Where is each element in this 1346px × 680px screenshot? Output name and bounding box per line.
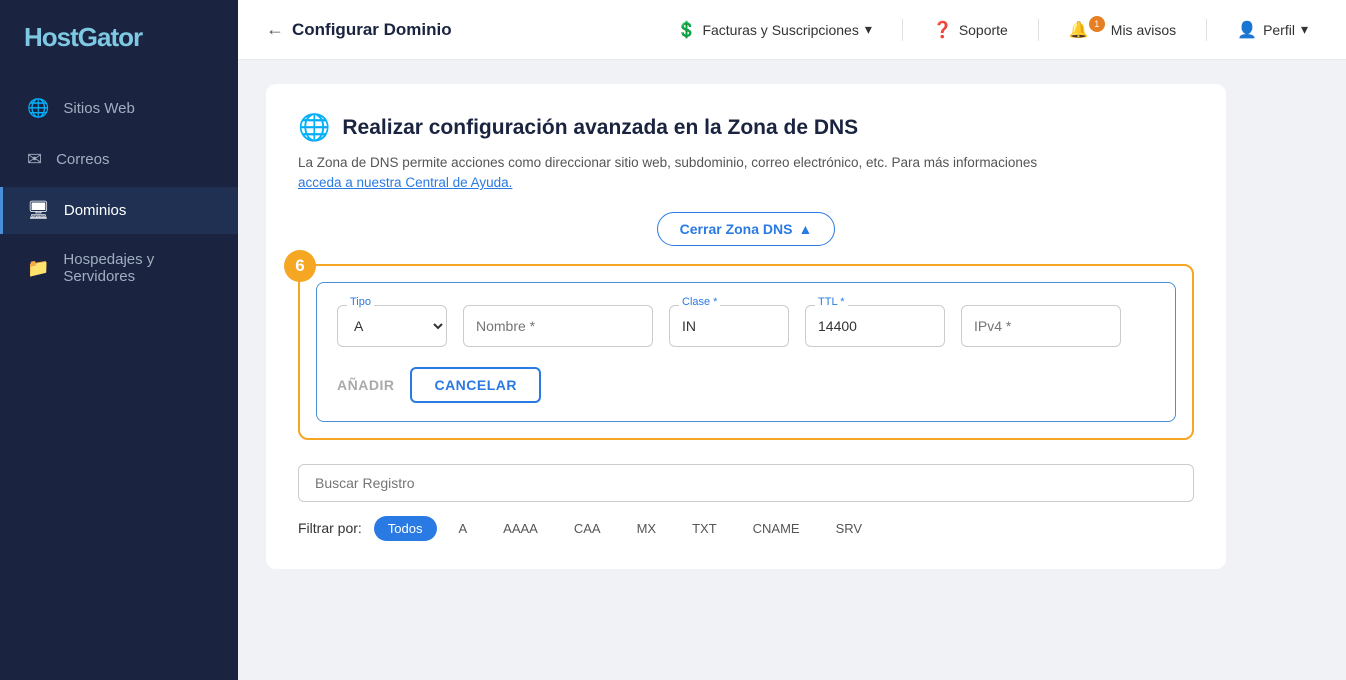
back-arrow: ← xyxy=(266,19,284,40)
content-card: 🌐 Realizar configuración avanzada en la … xyxy=(266,84,1226,569)
filter-row: Filtrar por: Todos A AAAA CAA MX TXT CNA… xyxy=(298,516,1194,541)
tipo-label: Tipo xyxy=(347,296,374,308)
avisos-label: Mis avisos xyxy=(1111,22,1176,38)
dns-form: Tipo A AAAA CAA CNAME MX TXT SRV xyxy=(316,282,1176,422)
question-icon: ❓ xyxy=(933,20,953,40)
perfil-menu[interactable]: 👤 Perfil ▾ xyxy=(1227,14,1318,46)
back-button[interactable]: ← Configurar Dominio xyxy=(266,19,452,40)
ttl-label: TTL * xyxy=(815,296,848,308)
clase-input[interactable]: IN xyxy=(669,305,789,347)
anadir-button[interactable]: AÑADIR xyxy=(337,377,394,393)
form-row: Tipo A AAAA CAA CNAME MX TXT SRV xyxy=(337,305,1155,347)
sidebar-item-label: Hospedajes y Servidores xyxy=(63,251,214,285)
avisos-menu[interactable]: 🔔 1 Mis avisos xyxy=(1059,14,1186,46)
section-title: Realizar configuración avanzada en la Zo… xyxy=(342,116,858,140)
cerrar-zona-btn-container: Cerrar Zona DNS ▲ xyxy=(298,212,1194,246)
filter-btn-todos[interactable]: Todos xyxy=(374,516,437,541)
sidebar-item-sitios-web[interactable]: 🌐 Sitios Web xyxy=(0,85,238,132)
nombre-field-group xyxy=(463,305,653,347)
cerrar-zona-btn[interactable]: Cerrar Zona DNS ▲ xyxy=(657,212,836,246)
tipo-select[interactable]: A AAAA CAA CNAME MX TXT SRV xyxy=(337,305,447,347)
topbar-separator-2 xyxy=(1038,19,1039,41)
facturas-label: Facturas y Suscripciones xyxy=(702,22,858,38)
soporte-menu[interactable]: ❓ Soporte xyxy=(923,14,1018,46)
section-description: La Zona de DNS permite acciones como dir… xyxy=(298,153,1194,194)
dns-globe-icon: 🌐 xyxy=(298,112,330,143)
sidebar-item-correos[interactable]: ✉ Correos xyxy=(0,136,238,183)
sitios-web-icon: 🌐 xyxy=(27,98,49,119)
section-title-row: 🌐 Realizar configuración avanzada en la … xyxy=(298,112,1194,143)
sidebar-item-hospedajes[interactable]: 📁 Hospedajes y Servidores xyxy=(0,238,238,298)
step-box: 6 Tipo A AAAA CAA CNAME MX TXT xyxy=(298,264,1194,440)
filter-btn-srv[interactable]: SRV xyxy=(822,516,877,541)
chevron-up-icon: ▲ xyxy=(798,221,812,237)
cancelar-button[interactable]: CANCELAR xyxy=(410,367,541,403)
sidebar-item-label: Dominios xyxy=(64,202,127,219)
filter-btn-caa[interactable]: CAA xyxy=(560,516,615,541)
soporte-label: Soporte xyxy=(959,22,1008,38)
clase-field-group: Clase * IN xyxy=(669,305,789,347)
hospedajes-icon: 📁 xyxy=(27,258,49,279)
topbar-separator-3 xyxy=(1206,19,1207,41)
main-content: ← Configurar Dominio 💲 Facturas y Suscri… xyxy=(238,0,1346,680)
sidebar-item-dominios[interactable]: 🖥 Dominios xyxy=(0,187,238,234)
sidebar: HostGator 🌐 Sitios Web ✉ Correos 🖥 Domin… xyxy=(0,0,238,680)
dominios-icon: 🖥 xyxy=(27,200,50,221)
user-icon: 👤 xyxy=(1237,20,1257,40)
topbar: ← Configurar Dominio 💲 Facturas y Suscri… xyxy=(238,0,1346,60)
search-input[interactable] xyxy=(298,464,1194,502)
filter-label: Filtrar por: xyxy=(298,520,362,536)
bell-icon: 🔔 xyxy=(1069,20,1089,40)
brand-logo: HostGator xyxy=(0,0,238,75)
filter-btn-cname[interactable]: CNAME xyxy=(739,516,814,541)
topbar-separator-1 xyxy=(902,19,903,41)
filter-btn-a[interactable]: A xyxy=(445,516,482,541)
facturas-menu[interactable]: 💲 Facturas y Suscripciones ▾ xyxy=(667,14,882,46)
filter-btn-aaaa[interactable]: AAAA xyxy=(489,516,552,541)
perfil-chevron-icon: ▾ xyxy=(1301,21,1308,38)
sidebar-nav: 🌐 Sitios Web ✉ Correos 🖥 Dominios 📁 Hosp… xyxy=(0,75,238,308)
dollar-icon: 💲 xyxy=(677,20,697,40)
filter-btn-txt[interactable]: TXT xyxy=(678,516,731,541)
page-content: 🌐 Realizar configuración avanzada en la … xyxy=(238,60,1346,680)
step-number: 6 xyxy=(284,250,316,282)
sidebar-item-label: Sitios Web xyxy=(63,100,134,117)
form-actions: AÑADIR CANCELAR xyxy=(337,367,1155,403)
tipo-field-group: Tipo A AAAA CAA CNAME MX TXT SRV xyxy=(337,305,447,347)
filter-btn-mx[interactable]: MX xyxy=(623,516,671,541)
perfil-label: Perfil xyxy=(1263,22,1295,38)
help-link[interactable]: acceda a nuestra Central de Ayuda. xyxy=(298,175,512,190)
ttl-input[interactable]: 14400 xyxy=(805,305,945,347)
brand-name-part1: Host xyxy=(24,22,78,52)
page-title: Configurar Dominio xyxy=(292,20,452,40)
clase-label: Clase * xyxy=(679,296,720,308)
avisos-badge: 1 xyxy=(1089,16,1105,32)
brand-name-part2: Gator xyxy=(78,22,142,52)
ipv4-field-group xyxy=(961,305,1121,347)
nombre-input[interactable] xyxy=(463,305,653,347)
sidebar-item-label: Correos xyxy=(56,151,109,168)
correos-icon: ✉ xyxy=(27,149,42,170)
ipv4-input[interactable] xyxy=(961,305,1121,347)
facturas-chevron-icon: ▾ xyxy=(865,21,872,38)
ttl-field-group: TTL * 14400 xyxy=(805,305,945,347)
